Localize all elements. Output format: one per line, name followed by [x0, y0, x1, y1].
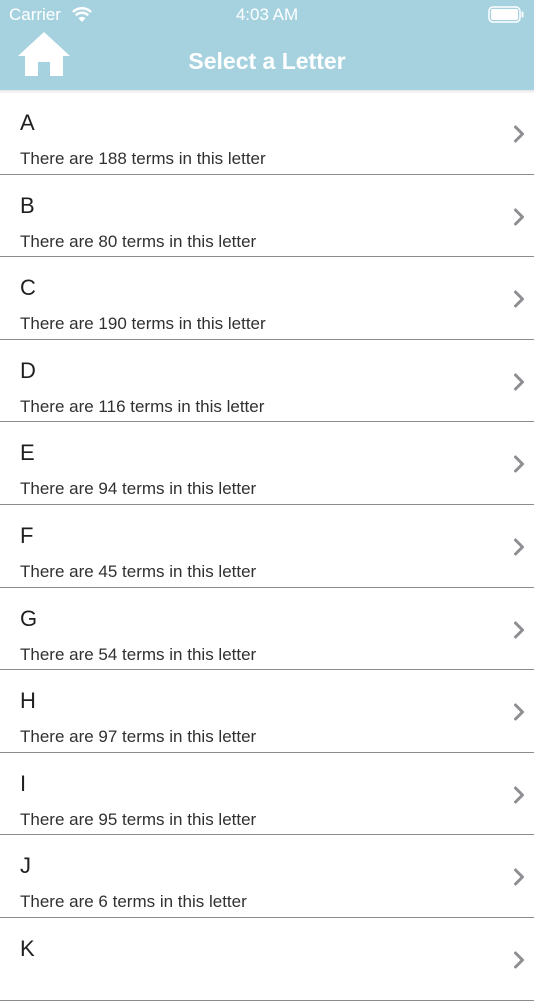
letter-title: H — [20, 688, 36, 714]
list-item[interactable]: I There are 95 terms in this letter — [0, 753, 534, 836]
letter-title: C — [20, 275, 36, 301]
status-bar: Carrier 4:03 AM — [0, 0, 534, 30]
chevron-right-icon — [514, 455, 524, 473]
chevron-right-icon — [514, 621, 524, 639]
letter-title: I — [20, 770, 27, 796]
chevron-right-icon — [514, 538, 524, 556]
list-item[interactable]: C There are 190 terms in this letter — [0, 257, 534, 340]
battery-icon — [488, 6, 524, 23]
letter-title: D — [20, 357, 36, 383]
chevron-right-icon — [514, 703, 524, 721]
list-item[interactable]: G There are 54 terms in this letter — [0, 588, 534, 671]
page-title: Select a Letter — [188, 48, 346, 74]
list-item[interactable]: E There are 94 terms in this letter — [0, 422, 534, 505]
chevron-right-icon — [514, 951, 524, 969]
letter-title: F — [20, 522, 34, 548]
chevron-right-icon — [514, 290, 524, 308]
letter-title: E — [20, 440, 35, 466]
letter-title: G — [20, 605, 38, 631]
chevron-right-icon — [514, 786, 524, 804]
list-item[interactable]: J There are 6 terms in this letter — [0, 835, 534, 918]
term-count-label: There are 80 terms in this letter — [20, 231, 257, 251]
term-count-label: There are 188 terms in this letter — [20, 149, 266, 168]
status-time: 4:03 AM — [235, 5, 299, 24]
term-count-label: There are 95 terms in this letter — [20, 809, 257, 829]
list-item[interactable]: F There are 45 terms in this letter — [0, 505, 534, 588]
nav-bar: Select a Letter — [0, 30, 534, 90]
term-count-label: There are 116 terms in this letter — [20, 396, 265, 416]
list-item[interactable]: A There are 188 terms in this letter — [0, 92, 534, 175]
list-item[interactable]: B There are 80 terms in this letter — [0, 175, 534, 258]
list-item[interactable]: D There are 116 terms in this letter — [0, 340, 534, 423]
letter-title: K — [20, 935, 35, 961]
letter-title: A — [20, 110, 35, 135]
term-count-label: There are 54 terms in this letter — [20, 644, 257, 664]
header: Carrier 4:03 AM Select a Letter — [0, 0, 534, 90]
chevron-right-icon — [514, 208, 524, 226]
list-item[interactable]: H There are 97 terms in this letter — [0, 670, 534, 753]
term-count-label: There are 6 terms in this letter — [20, 892, 247, 912]
list-item[interactable]: K — [0, 918, 534, 1001]
chevron-right-icon — [514, 373, 524, 391]
term-count-label: There are 97 terms in this letter — [20, 727, 257, 747]
letter-title: B — [20, 192, 35, 218]
term-count-label: There are 45 terms in this letter — [20, 561, 257, 581]
term-count-label: There are 190 terms in this letter — [20, 314, 266, 334]
chevron-right-icon — [514, 125, 524, 143]
letter-title: J — [20, 853, 31, 879]
letter-list: A There are 188 terms in this letter B Ther… — [0, 92, 534, 1001]
term-count-label: There are 94 terms in this letter — [20, 479, 257, 499]
chevron-right-icon — [514, 868, 524, 886]
